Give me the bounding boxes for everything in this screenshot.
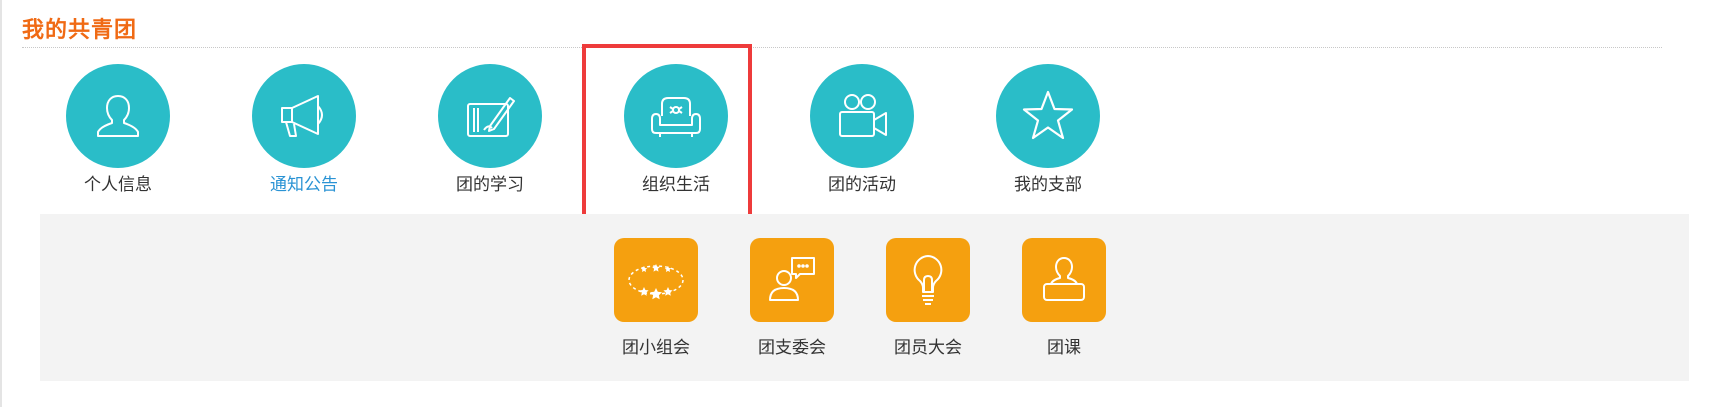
lightbulb-icon bbox=[886, 238, 970, 322]
nav-label: 团的活动 bbox=[828, 175, 896, 195]
pen-tablet-icon bbox=[438, 64, 542, 168]
lecturer-icon bbox=[1022, 238, 1106, 322]
megaphone-icon bbox=[252, 64, 356, 168]
sub-label: 团员大会 bbox=[894, 338, 962, 358]
star-icon bbox=[996, 64, 1100, 168]
nav-label: 个人信息 bbox=[84, 175, 152, 195]
sub-label: 团支委会 bbox=[758, 338, 826, 358]
section-title: 我的共青团 bbox=[22, 18, 138, 43]
highlight-box bbox=[582, 44, 752, 230]
person-icon bbox=[66, 64, 170, 168]
star-ring-icon bbox=[614, 238, 698, 322]
sub-item-member-assembly[interactable]: 团员大会 bbox=[868, 238, 988, 359]
sub-item-branch-committee[interactable]: 团支委会 bbox=[732, 238, 852, 359]
sub-menu-panel: 团小组会 团支委会 团员大会 团课 bbox=[40, 214, 1689, 381]
left-border bbox=[0, 0, 2, 407]
sub-item-group-meeting[interactable]: 团小组会 bbox=[596, 238, 716, 359]
nav-label: 通知公告 bbox=[270, 175, 338, 195]
nav-label: 团的学习 bbox=[456, 175, 524, 195]
sub-label: 团课 bbox=[1047, 338, 1081, 358]
nav-item-personal-info[interactable]: 个人信息 bbox=[38, 64, 198, 196]
nav-item-league-activities[interactable]: 团的活动 bbox=[782, 64, 942, 196]
sub-label: 团小组会 bbox=[622, 338, 690, 358]
sub-item-league-lecture[interactable]: 团课 bbox=[1004, 238, 1124, 359]
nav-item-league-study[interactable]: 团的学习 bbox=[410, 64, 570, 196]
video-camera-icon bbox=[810, 64, 914, 168]
nav-item-notices[interactable]: 通知公告 bbox=[224, 64, 384, 196]
nav-label: 我的支部 bbox=[1014, 175, 1082, 195]
title-divider bbox=[22, 47, 1662, 48]
nav-item-my-branch[interactable]: 我的支部 bbox=[968, 64, 1128, 196]
speech-person-icon bbox=[750, 238, 834, 322]
